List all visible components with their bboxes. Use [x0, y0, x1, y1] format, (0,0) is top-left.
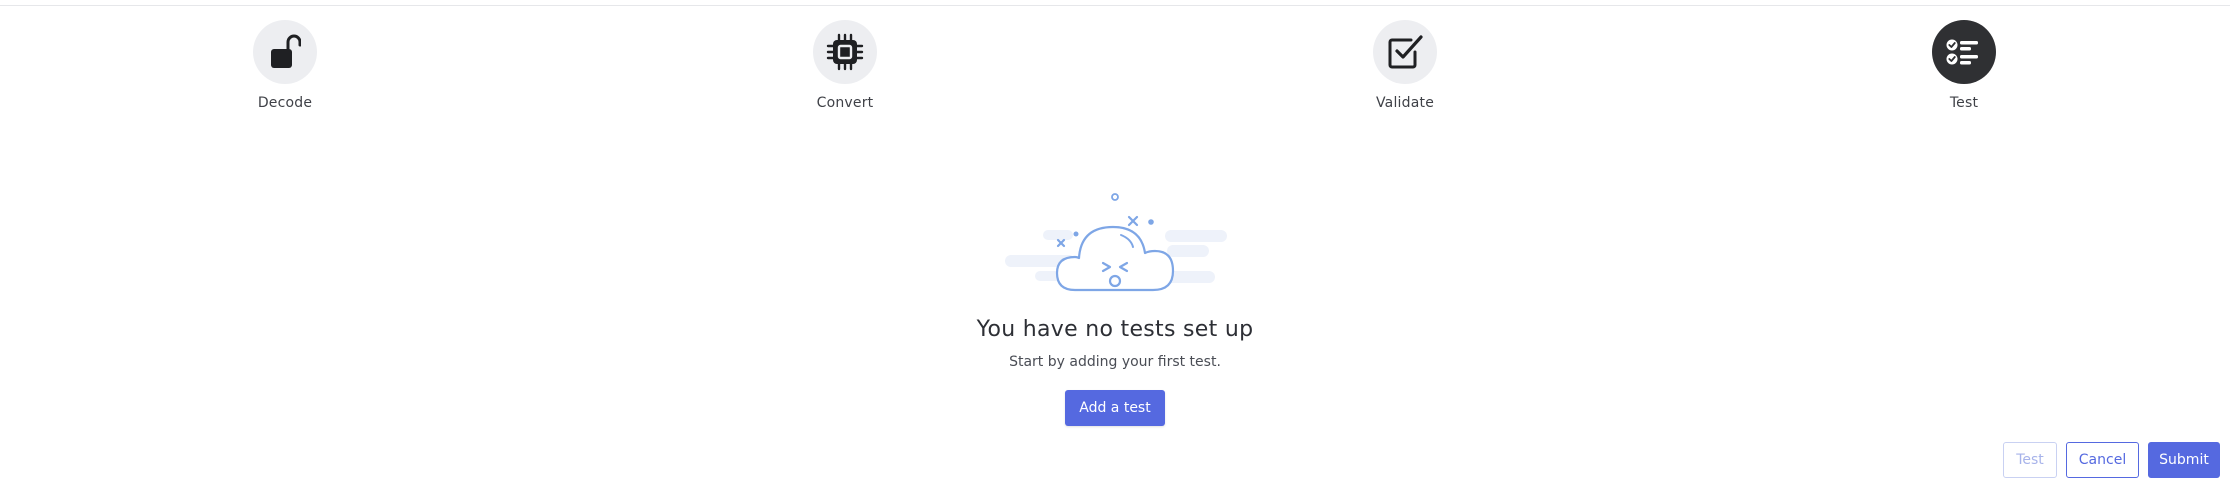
chip-icon — [826, 33, 864, 71]
step-validate[interactable]: Validate — [1325, 20, 1485, 111]
empty-state-subtitle: Start by adding your first test. — [1009, 354, 1221, 370]
checkbox-icon — [1388, 35, 1423, 69]
checklist-icon — [1946, 39, 1978, 65]
sad-cloud-illustration — [995, 185, 1235, 305]
step-decode-circle[interactable] — [253, 20, 317, 84]
empty-state: You have no tests set up Start by adding… — [0, 185, 2230, 426]
step-convert[interactable]: Convert — [765, 20, 925, 111]
submit-button[interactable]: Submit — [2148, 442, 2220, 478]
step-decode[interactable]: Decode — [205, 20, 365, 111]
step-convert-label: Convert — [816, 95, 874, 111]
step-test-circle[interactable] — [1932, 20, 1996, 84]
step-validate-label: Validate — [1375, 95, 1435, 111]
cancel-button[interactable]: Cancel — [2066, 442, 2139, 478]
test-button[interactable]: Test — [2003, 442, 2057, 478]
step-decode-label: Decode — [257, 95, 313, 111]
step-test-label: Test — [1949, 95, 1979, 111]
wizard-steps: Decode Convert Validate Test — [0, 0, 2230, 120]
unlock-icon — [271, 34, 301, 68]
step-validate-circle[interactable] — [1373, 20, 1437, 84]
step-convert-circle[interactable] — [813, 20, 877, 84]
footer-actions: Test Cancel Submit — [2003, 442, 2220, 478]
step-test[interactable]: Test — [1884, 20, 2044, 111]
empty-state-title: You have no tests set up — [976, 317, 1254, 342]
add-test-button[interactable]: Add a test — [1065, 390, 1165, 426]
